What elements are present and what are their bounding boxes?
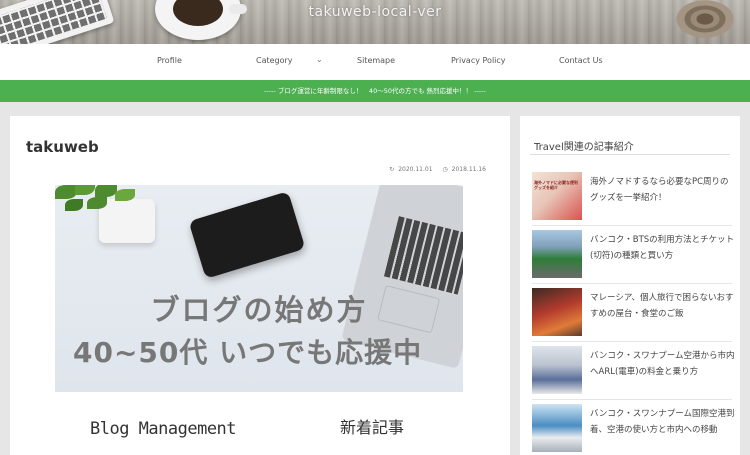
- thumbnail-title: ブログの始め方: [150, 293, 368, 327]
- divider: [530, 154, 730, 155]
- article-thumbnail[interactable]: ブログの始め方 40~50代 いつでも応援中: [55, 185, 463, 392]
- sidebar-article-link[interactable]: 海外ノマドするなら必要なPC周りのグッズを一挙紹介！: [590, 174, 735, 206]
- sidebar-article-link[interactable]: バンコク・スワナプーム空港から市内へARL(電車)の料金と乗り方: [590, 348, 735, 380]
- plant-image: [55, 185, 155, 243]
- sidebar-article-item[interactable]: マレーシア、個人旅行で困らないおすすめの屋台・食堂のご飯: [532, 288, 738, 342]
- sidebar-article-item[interactable]: バンコク・スワンナプーム国際空港到着、空港の使い方と市内への移動: [532, 404, 738, 455]
- clock-icon: ◷: [442, 166, 448, 173]
- article-thumbnail[interactable]: 海外ノマドに必要な便利グッズを紹介: [532, 172, 582, 220]
- sidebar-article-item[interactable]: 海外ノマドに必要な便利グッズを紹介 海外ノマドするなら必要なPC周りのグッズを一…: [532, 172, 738, 226]
- nav-item-privacy-policy[interactable]: Privacy Policy: [451, 56, 506, 65]
- article-card: takuweb ↻ 2020.11.01 ◷ 2018.11.16 ブログの始め…: [10, 116, 510, 455]
- main-nav: Profile Category ⌄ Sitemape Privacy Poli…: [0, 44, 750, 80]
- divider: [532, 399, 732, 400]
- thumbnail-subtitle: 40~50代 いつでも応援中: [73, 336, 423, 369]
- nav-item-sitemap[interactable]: Sitemape: [357, 56, 395, 65]
- sidebar-article-link[interactable]: マレーシア、個人旅行で困らないおすすめの屋台・食堂のご飯: [590, 290, 735, 322]
- article-dates: ↻ 2020.11.01 ◷ 2018.11.16: [381, 166, 486, 173]
- article-thumbnail[interactable]: [532, 288, 582, 336]
- divider: [532, 283, 732, 284]
- sidebar-article-link[interactable]: バンコク・スワンナプーム国際空港到着、空港の使い方と市内への移動: [590, 406, 735, 438]
- phone-image: [188, 191, 306, 279]
- updated-icon: ↻: [389, 166, 395, 173]
- sidebar-article-item[interactable]: バンコク・BTSの利用方法とチケット(切符)の種類と買い方: [532, 230, 738, 284]
- chevron-down-icon[interactable]: ⌄: [316, 55, 323, 64]
- updated-date: 2020.11.01: [398, 166, 433, 173]
- published-date: 2018.11.16: [451, 166, 486, 173]
- new-articles-label: 新着記事: [340, 418, 405, 437]
- notice-bar[interactable]: ----- ブログ運営に年齢制限なし！ 40〜50代の方でも 熱烈応援中！！ -…: [0, 80, 750, 102]
- article-thumbnail[interactable]: [532, 230, 582, 278]
- site-title[interactable]: takuweb-local-ver: [0, 4, 750, 20]
- article-title: takuweb: [26, 138, 99, 156]
- site-header: takuweb-local-ver: [0, 0, 750, 44]
- article-thumbnail[interactable]: [532, 346, 582, 394]
- nav-item-profile[interactable]: Profile: [157, 56, 182, 65]
- thumb-caption: 海外ノマドに必要な便利グッズを紹介: [534, 180, 578, 190]
- nav-item-contact-us[interactable]: Contact Us: [559, 56, 603, 65]
- sidebar-article-item[interactable]: バンコク・スワナプーム空港から市内へARL(電車)の料金と乗り方: [532, 346, 738, 400]
- article-thumbnail[interactable]: [532, 404, 582, 452]
- divider: [532, 225, 732, 226]
- sidebar-widget: Travel関連の記事紹介 海外ノマドに必要な便利グッズを紹介 海外ノマドするな…: [520, 116, 740, 455]
- sidebar-heading: Travel関連の記事紹介: [534, 142, 634, 153]
- nav-item-category[interactable]: Category: [256, 56, 293, 65]
- divider: [532, 341, 732, 342]
- sidebar-article-link[interactable]: バンコク・BTSの利用方法とチケット(切符)の種類と買い方: [590, 232, 735, 264]
- blog-management-label: Blog Management: [90, 419, 237, 439]
